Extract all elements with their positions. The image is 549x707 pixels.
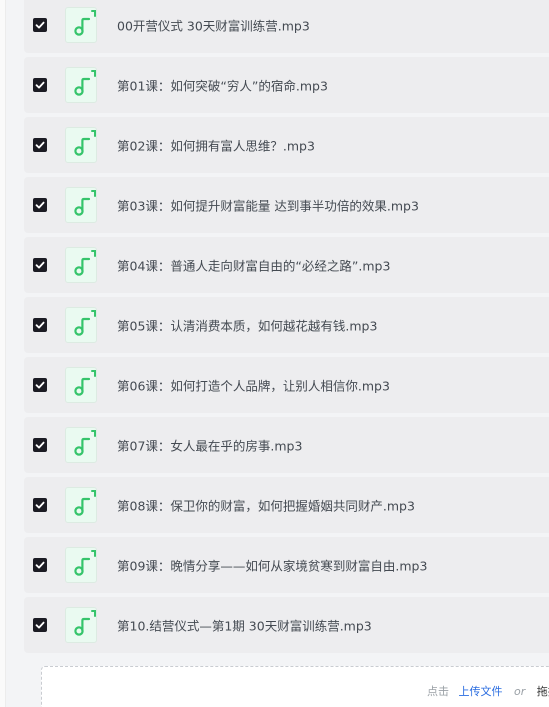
file-checkbox[interactable] (33, 258, 47, 272)
checkmark-icon (35, 321, 45, 329)
file-row[interactable]: 第05课：认清消费本质，如何越花越有钱.mp3 (24, 297, 549, 353)
music-note-icon (65, 7, 97, 43)
file-name: 第06课：如何打造个人品牌，让别人相信你.mp3 (117, 378, 390, 394)
file-row[interactable]: 第01课：如何突破“穷人”的宿命.mp3 (24, 57, 549, 113)
file-name: 第02课：如何拥有富人思维？.mp3 (117, 138, 315, 154)
file-checkbox[interactable] (33, 78, 47, 92)
music-note-icon (65, 67, 97, 103)
left-edge-strip (0, 0, 6, 707)
file-checkbox[interactable] (33, 138, 47, 152)
file-row[interactable]: 第06课：如何打造个人品牌，让别人相信你.mp3 (24, 357, 549, 413)
file-name: 第07课：女人最在乎的房事.mp3 (117, 438, 303, 454)
file-name: 00开营仪式 30天财富训练营.mp3 (117, 18, 310, 34)
file-name: 第10.结营仪式—第1期 30天财富训练营.mp3 (117, 618, 372, 634)
upload-file-link[interactable]: 上传文件 (459, 685, 503, 698)
file-name: 第04课：普通人走向财富自由的“必经之路”.mp3 (117, 258, 391, 274)
checkmark-icon (35, 381, 45, 389)
checkmark-icon (35, 21, 45, 29)
file-upload-page: 00开营仪式 30天财富训练营.mp3 第01课：如何突破“穷人”的宿命.mp3 第… (0, 0, 549, 707)
file-checkbox[interactable] (33, 438, 47, 452)
file-row[interactable]: 00开营仪式 30天财富训练营.mp3 (24, 0, 549, 53)
checkmark-icon (35, 141, 45, 149)
file-row[interactable]: 第04课：普通人走向财富自由的“必经之路”.mp3 (24, 237, 549, 293)
file-name: 第05课：认清消费本质，如何越花越有钱.mp3 (117, 318, 378, 334)
file-checkbox[interactable] (33, 318, 47, 332)
file-checkbox[interactable] (33, 378, 47, 392)
file-name: 第08课：保卫你的财富，如何把握婚姻共同财产.mp3 (117, 498, 415, 514)
upload-hint-or: or (514, 685, 526, 698)
music-note-icon (65, 367, 97, 403)
file-name: 第03课：如何提升财富能量 达到事半功倍的效果.mp3 (117, 198, 419, 214)
file-row[interactable]: 第07课：女人最在乎的房事.mp3 (24, 417, 549, 473)
checkmark-icon (35, 81, 45, 89)
file-checkbox[interactable] (33, 618, 47, 632)
file-name: 第01课：如何突破“穷人”的宿命.mp3 (117, 78, 328, 94)
checkmark-icon (35, 561, 45, 569)
checkmark-icon (35, 441, 45, 449)
upload-hint-prefix: 点击 (427, 685, 449, 698)
file-checkbox[interactable] (33, 18, 47, 32)
file-name: 第09课：晚情分享——如何从家境贫寒到财富自由.mp3 (117, 558, 428, 574)
music-note-icon (65, 127, 97, 163)
checkmark-icon (35, 201, 45, 209)
file-checkbox[interactable] (33, 498, 47, 512)
file-row[interactable]: 第09课：晚情分享——如何从家境贫寒到财富自由.mp3 (24, 537, 549, 593)
file-row[interactable]: 第08课：保卫你的财富，如何把握婚姻共同财产.mp3 (24, 477, 549, 533)
upload-hint-suffix: 拖拽 (536, 685, 549, 698)
music-note-icon (65, 547, 97, 583)
music-note-icon (65, 187, 97, 223)
file-row[interactable]: 第10.结营仪式—第1期 30天财富训练营.mp3 (24, 597, 549, 653)
file-row[interactable]: 第02课：如何拥有富人思维？.mp3 (24, 117, 549, 173)
file-checkbox[interactable] (33, 558, 47, 572)
music-note-icon (65, 427, 97, 463)
upload-hint: 点击 上传文件 or 拖拽 (427, 683, 549, 699)
checkmark-icon (35, 621, 45, 629)
music-note-icon (65, 487, 97, 523)
file-row[interactable]: 第03课：如何提升财富能量 达到事半功倍的效果.mp3 (24, 177, 549, 233)
upload-drop-zone[interactable]: 点击 上传文件 or 拖拽 (41, 666, 549, 707)
checkmark-icon (35, 501, 45, 509)
music-note-icon (65, 247, 97, 283)
file-checkbox[interactable] (33, 198, 47, 212)
music-note-icon (65, 607, 97, 643)
music-note-icon (65, 307, 97, 343)
file-list: 00开营仪式 30天财富训练营.mp3 第01课：如何突破“穷人”的宿命.mp3 第… (24, 0, 549, 657)
checkmark-icon (35, 261, 45, 269)
